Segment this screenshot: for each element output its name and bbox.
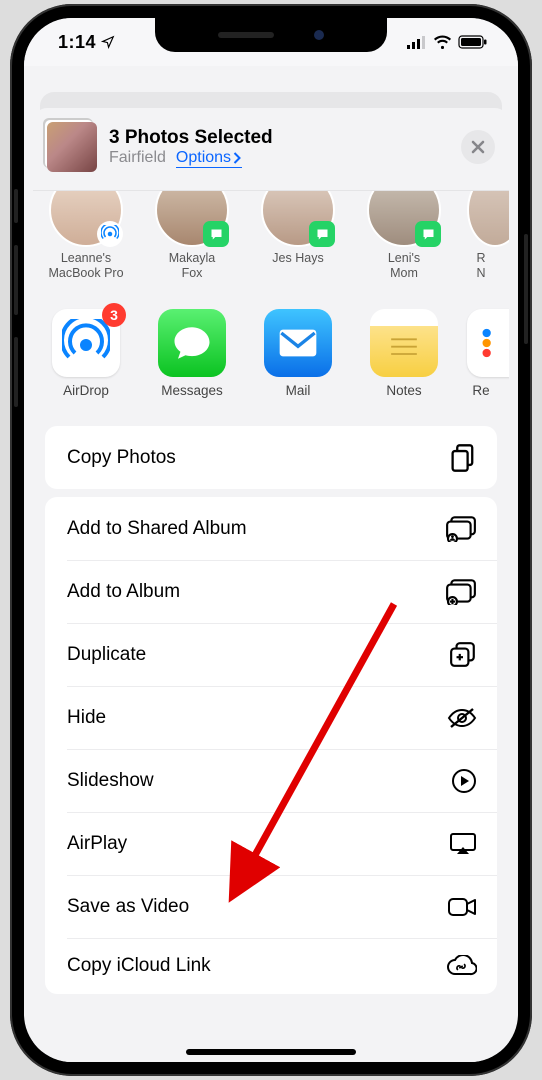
phone-frame: 1:14 3 Photos Selected Fairfield bbox=[10, 4, 532, 1076]
action-label: Copy Photos bbox=[67, 447, 176, 469]
options-link[interactable]: Options bbox=[176, 149, 242, 168]
messages-icon bbox=[171, 322, 213, 364]
airplay-icon bbox=[449, 832, 477, 856]
options-label: Options bbox=[176, 149, 231, 167]
duplicate-icon bbox=[449, 641, 477, 669]
action-copy-icloud-link[interactable]: Copy iCloud Link bbox=[45, 938, 497, 994]
copy-icon bbox=[449, 443, 477, 473]
side-buttons-left bbox=[14, 189, 18, 489]
airdrop-badge-icon bbox=[97, 221, 123, 247]
time-label: 1:14 bbox=[58, 32, 96, 53]
share-contacts-row[interactable]: Leanne'sMacBook Pro MakaylaFox bbox=[33, 191, 509, 291]
messages-badge-icon bbox=[203, 221, 229, 247]
notes-icon bbox=[382, 321, 426, 365]
contact-name: Makayla bbox=[169, 251, 216, 265]
app-mail[interactable]: Mail bbox=[255, 309, 341, 398]
contact-item[interactable]: RN bbox=[467, 191, 495, 281]
contact-name: R bbox=[476, 251, 485, 265]
actions-card-1: Copy Photos bbox=[45, 426, 497, 489]
status-icons bbox=[407, 35, 488, 49]
screen: 1:14 3 Photos Selected Fairfield bbox=[24, 18, 518, 1062]
selection-title: 3 Photos Selected bbox=[109, 127, 449, 149]
action-label: Copy iCloud Link bbox=[67, 955, 211, 977]
action-add-album[interactable]: Add to Album bbox=[45, 560, 497, 623]
cellular-icon bbox=[407, 36, 427, 49]
contact-item[interactable]: Leni'sMom bbox=[361, 191, 447, 281]
action-label: Slideshow bbox=[67, 770, 154, 792]
side-button-power bbox=[524, 234, 528, 344]
location-arrow-icon bbox=[101, 35, 115, 49]
app-messages[interactable]: Messages bbox=[149, 309, 235, 398]
action-duplicate[interactable]: Duplicate bbox=[45, 623, 497, 686]
airdrop-icon bbox=[62, 319, 110, 367]
share-sheet: 3 Photos Selected Fairfield Options bbox=[33, 108, 509, 1062]
selection-location: Fairfield bbox=[109, 149, 166, 167]
contact-name: Jes Hays bbox=[272, 251, 323, 265]
home-indicator[interactable] bbox=[186, 1049, 356, 1055]
action-label: Add to Album bbox=[67, 581, 180, 603]
add-album-icon bbox=[445, 579, 477, 605]
chevron-right-icon bbox=[233, 152, 242, 164]
contact-name-2: Mom bbox=[390, 266, 418, 280]
mail-icon bbox=[277, 328, 319, 358]
badge-count: 3 bbox=[102, 303, 126, 327]
contact-name-2: N bbox=[476, 266, 485, 280]
contact-name-2: MacBook Pro bbox=[48, 266, 123, 280]
action-label: AirPlay bbox=[67, 833, 127, 855]
actions-card-2: Add to Shared Album Add to Album Duplica… bbox=[45, 497, 497, 994]
contact-name: Leni's bbox=[388, 251, 420, 265]
selection-thumbnail[interactable] bbox=[47, 122, 97, 172]
app-notes[interactable]: Notes bbox=[361, 309, 447, 398]
contact-item[interactable]: MakaylaFox bbox=[149, 191, 235, 281]
battery-icon bbox=[458, 35, 488, 49]
action-label: Save as Video bbox=[67, 896, 189, 918]
app-airdrop[interactable]: 3 AirDrop bbox=[43, 309, 129, 398]
contact-name-2: Fox bbox=[182, 266, 203, 280]
play-circle-icon bbox=[451, 768, 477, 794]
action-save-as-video[interactable]: Save as Video bbox=[45, 875, 497, 938]
app-label: Re bbox=[467, 383, 495, 398]
app-label: AirDrop bbox=[43, 383, 129, 398]
contact-item[interactable]: Leanne'sMacBook Pro bbox=[43, 191, 129, 281]
app-label: Messages bbox=[149, 383, 235, 398]
action-label: Hide bbox=[67, 707, 106, 729]
share-sheet-header: 3 Photos Selected Fairfield Options bbox=[33, 108, 509, 191]
messages-badge-icon bbox=[415, 221, 441, 247]
app-reminders[interactable]: Re bbox=[467, 309, 495, 398]
action-label: Add to Shared Album bbox=[67, 518, 247, 540]
close-button[interactable] bbox=[461, 130, 495, 164]
cloud-link-icon bbox=[445, 955, 477, 977]
action-copy-photos[interactable]: Copy Photos bbox=[45, 426, 497, 489]
reminders-icon bbox=[475, 323, 509, 363]
action-hide[interactable]: Hide bbox=[45, 686, 497, 749]
contact-item[interactable]: Jes Hays bbox=[255, 191, 341, 281]
share-apps-row[interactable]: 3 AirDrop Messages Mail bbox=[33, 291, 509, 408]
hide-icon bbox=[447, 707, 477, 729]
action-slideshow[interactable]: Slideshow bbox=[45, 749, 497, 812]
wifi-icon bbox=[433, 35, 452, 49]
video-icon bbox=[447, 897, 477, 917]
notch bbox=[155, 18, 387, 52]
app-label: Notes bbox=[361, 383, 447, 398]
messages-badge-icon bbox=[309, 221, 335, 247]
action-label: Duplicate bbox=[67, 644, 146, 666]
contact-name: Leanne's bbox=[61, 251, 111, 265]
app-label: Mail bbox=[255, 383, 341, 398]
close-icon bbox=[471, 140, 485, 154]
shared-album-icon bbox=[445, 516, 477, 542]
status-time: 1:14 bbox=[58, 32, 115, 53]
action-add-shared-album[interactable]: Add to Shared Album bbox=[45, 497, 497, 560]
action-airplay[interactable]: AirPlay bbox=[45, 812, 497, 875]
